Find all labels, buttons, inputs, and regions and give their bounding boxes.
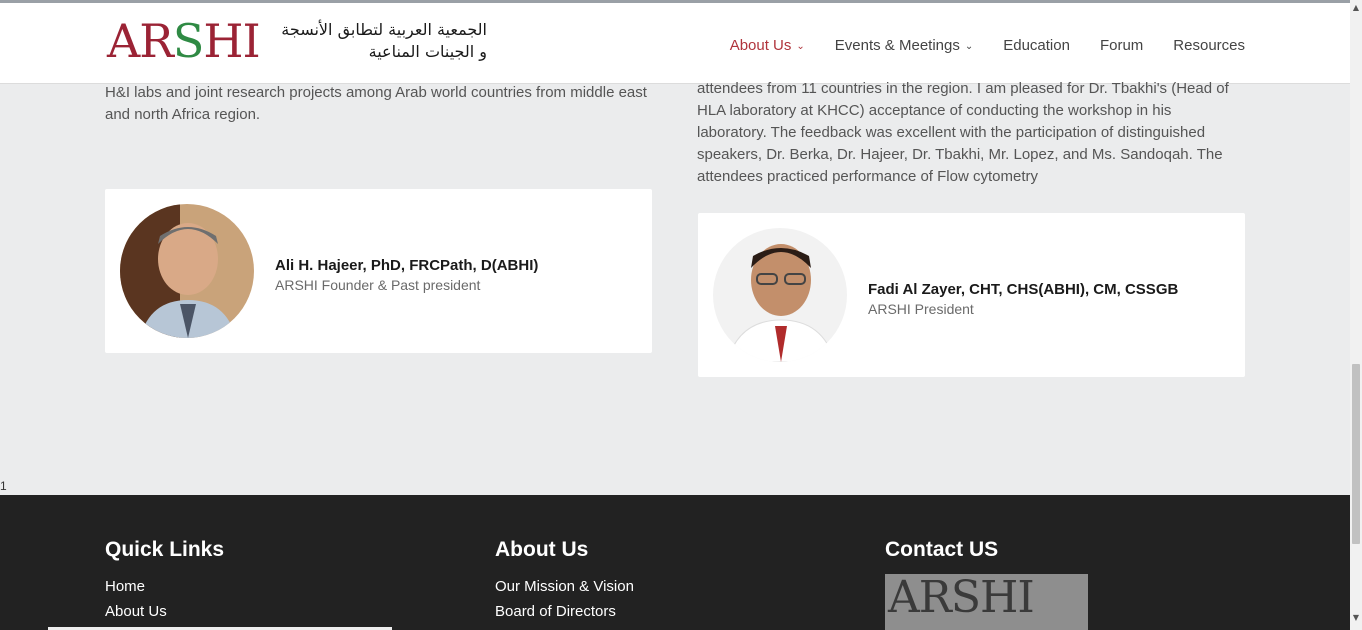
footer-section-title: Contact US <box>885 538 999 561</box>
footer-link-home[interactable]: Home <box>105 574 224 599</box>
avatar-president-photo <box>713 228 847 362</box>
nav-item-resources[interactable]: Resources <box>1173 37 1245 54</box>
stray-text: 1 <box>0 479 7 493</box>
person-role: ARSHI President <box>868 301 974 317</box>
scrollbar-thumb[interactable] <box>1352 364 1360 544</box>
avatar-founder <box>120 204 254 338</box>
footer-section-title: Quick Links <box>105 538 225 561</box>
person-card-president: Fadi Al Zayer, CHT, CHS(ABHI), CM, CSSGB… <box>698 213 1245 377</box>
person-card-founder: Ali H. Hajeer, PhD, FRCPath, D(ABHI) ARS… <box>105 189 652 353</box>
footer-section-title: About Us <box>495 538 589 561</box>
vertical-scrollbar[interactable]: ▲ ▼ <box>1350 0 1362 630</box>
logo-letters-hi: HI <box>203 14 260 68</box>
logo-letter-s: S <box>172 14 205 68</box>
arrow-down-icon[interactable]: ▼ <box>1350 612 1362 624</box>
footer-quick-links: Quick Links Home About Us <box>105 538 224 624</box>
nav-item-forum[interactable]: Forum <box>1100 37 1143 54</box>
footer-link-board-directors[interactable]: Board of Directors <box>495 599 634 624</box>
person-role: ARSHI Founder & Past president <box>275 277 481 293</box>
arrow-up-icon[interactable]: ▲ <box>1350 2 1362 14</box>
nav-item-about-us[interactable]: About Us ⌄ <box>730 37 805 54</box>
chevron-down-icon: ⌄ <box>964 41 974 52</box>
logo-arabic-line2: و الجينات المناعية <box>368 42 487 61</box>
logo-arabic-line1: الجمعية العربية لتطابق الأنسجة <box>281 20 487 39</box>
footer-contact: Contact US ARSHI <box>885 538 1088 630</box>
logo-latin-wordmark: ARSHI <box>107 14 261 68</box>
logo-letters-ar: AR <box>107 14 174 68</box>
person-name: Ali H. Hajeer, PhD, FRCPath, D(ABHI) <box>275 257 539 274</box>
footer-link-about-us[interactable]: About Us <box>105 599 224 624</box>
footer-logo[interactable]: ARSHI <box>885 574 1088 630</box>
chevron-down-icon: ⌄ <box>796 41 805 52</box>
avatar-founder-photo <box>120 204 254 338</box>
footer-logo-text: ARSHI <box>888 574 1035 623</box>
nav-item-events-meetings[interactable]: Events & Meetings ⌄ <box>835 37 973 54</box>
person-name: Fadi Al Zayer, CHT, CHS(ABHI), CM, CSSGB <box>868 281 1179 298</box>
logo-arabic-text: الجمعية العربية لتطابق الأنسجة و الجينات… <box>281 19 487 63</box>
left-paragraph: H&I labs and joint research projects amo… <box>105 84 647 123</box>
site-logo[interactable]: ARSHI الجمعية العربية لتطابق الأنسجة و ا… <box>107 15 487 73</box>
nav-item-label: Forum <box>1099 37 1144 54</box>
main-nav: About Us ⌄ Events & Meetings ⌄ Education… <box>730 37 1245 54</box>
site-header: ARSHI الجمعية العربية لتطابق الأنسجة و ا… <box>0 3 1350 84</box>
nav-item-label: Resources <box>1173 37 1245 54</box>
nav-item-education[interactable]: Education <box>1003 37 1070 54</box>
nav-item-label: Events & Meetings <box>834 37 960 54</box>
footer-link-mission-vision[interactable]: Our Mission & Vision <box>495 574 634 599</box>
site-footer: Quick Links Home About Us About Us Our M… <box>0 495 1350 630</box>
avatar-president <box>713 228 847 362</box>
right-paragraph: attendees from 11 countries in the regio… <box>697 80 1229 185</box>
nav-item-label: About Us <box>729 37 792 54</box>
nav-item-label: Education <box>1003 37 1070 54</box>
footer-about-us: About Us Our Mission & Vision Board of D… <box>495 538 634 624</box>
